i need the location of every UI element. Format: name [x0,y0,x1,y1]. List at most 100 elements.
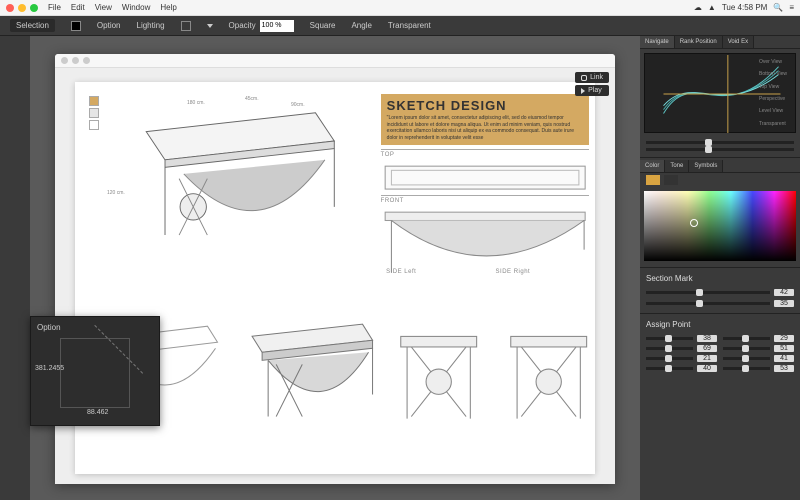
swatch-1[interactable] [89,96,99,106]
transform-preview[interactable] [60,338,130,408]
view-side-right: SIDE Right [496,269,601,468]
play-button[interactable]: Play [575,85,609,96]
assign-val-1: 38 [697,335,717,342]
navigator-tabs: Navigate Rank Position Void Ex [640,36,800,49]
assign-slider-2[interactable] [723,337,770,340]
navigator-sliders [640,137,800,155]
mac-menu-items: File Edit View Window Help [48,3,177,12]
assign-val-7: 40 [697,365,717,372]
assign-slider-4[interactable] [723,347,770,350]
fill-swatch-icon[interactable] [71,21,81,31]
nav-overview[interactable]: Over View [759,59,793,65]
tab-symbols[interactable]: Symbols [689,160,723,172]
navigator-view-list: Over View Bottom View Top View Perspecti… [759,56,793,130]
opacity-input[interactable] [260,20,294,32]
nav-perspective[interactable]: Perspective [759,96,793,102]
assign-val-.6: 41 [774,355,794,362]
fg-swatch[interactable] [646,175,660,185]
nav-slider-2[interactable] [646,148,794,151]
link-button[interactable]: Link [575,72,609,83]
assign-val-5: 21 [697,355,717,362]
view-isometric: 180 cm. 45cm. 90cm. 120 cm. [87,94,375,263]
views-bottom-row: SIDE Left SIDE Right [87,269,589,468]
dim-width-label: 180 cm. [187,100,205,106]
close-icon[interactable] [6,4,14,12]
tab-color[interactable]: Color [640,160,665,172]
section-val-2: 35 [774,300,794,307]
assign-point-title: Assign Point [640,316,800,331]
left-toolbar [0,36,30,500]
transform-y-value: 381.2455 [35,365,64,372]
view-iso-shaded [232,269,383,468]
assign-val-8: 53 [774,365,794,372]
search-icon[interactable]: 🔍 [773,3,783,12]
bg-swatch[interactable] [664,175,678,185]
canvas-area: Link Play [30,36,640,500]
dim-depth-label: 90cm. [291,102,305,108]
tool-selection[interactable]: Selection [10,19,55,32]
material-swatches [89,96,99,130]
dim-inset-label: 45cm. [245,96,259,102]
opt-transparent[interactable]: Transparent [388,21,431,30]
menu-file[interactable]: File [48,3,61,12]
cloud-icon[interactable]: ☁ [694,3,702,12]
section-slider-2[interactable] [646,302,770,305]
menu-icon[interactable]: ≡ [789,3,794,12]
dim-height-label: 120 cm. [107,190,125,196]
assign-slider-8[interactable] [723,367,770,370]
tab-tone[interactable]: Tone [665,160,689,172]
tab-navigate[interactable]: Navigate [640,36,675,48]
zoom-icon[interactable] [30,4,38,12]
menu-view[interactable]: View [95,3,112,12]
nav-level[interactable]: Level View [759,108,793,114]
view-side-left: SIDE Left [386,269,491,468]
section-mark-sliders: 42 35 [640,285,800,311]
transform-x-value: 88.462 [87,409,108,416]
square-icon[interactable] [181,21,191,31]
sketch-title: SKETCH DESIGN [387,98,583,113]
opt-lighting[interactable]: Lighting [137,21,165,30]
assign-slider-6[interactable] [723,357,770,360]
wifi-icon[interactable]: ▲ [708,3,716,12]
assign-slider-3[interactable] [646,347,693,350]
nav-transparent[interactable]: Transparent [759,121,793,127]
navigator-graph[interactable]: Over View Bottom View Top View Perspecti… [644,53,796,133]
menu-help[interactable]: Help [160,3,176,12]
assign-val-3: 69 [697,345,717,352]
swatch-3[interactable] [89,120,99,130]
assign-val-2: 29 [774,335,794,342]
nav-top[interactable]: Top View [759,84,793,90]
section-slider-1[interactable] [646,291,770,294]
view-top: TOP [381,149,589,191]
minimize-icon[interactable] [18,4,26,12]
nav-slider-1[interactable] [646,141,794,144]
tab-rank-position[interactable]: Rank Position [675,36,723,48]
assign-slider-5[interactable] [646,357,693,360]
clock: Tue 4:58 PM [722,3,768,12]
color-cursor-icon[interactable] [690,219,698,227]
menu-edit[interactable]: Edit [71,3,85,12]
mac-menubar: File Edit View Window Help ☁ ▲ Tue 4:58 … [0,0,800,16]
right-panel-stack: Navigate Rank Position Void Ex Over View… [640,36,800,500]
opt-angle[interactable]: Angle [351,21,371,30]
assign-slider-1[interactable] [646,337,693,340]
isometric-drawing [87,94,375,263]
view-front: FRONT [381,195,589,279]
opt-option[interactable]: Option [97,21,121,30]
tab-void-ex[interactable]: Void Ex [723,36,754,48]
color-picker[interactable] [644,191,796,261]
menu-window[interactable]: Window [122,3,150,12]
doc-window-chrome [55,54,615,68]
sketch-body: "Lorem ipsum dolor sit amet, consectetur… [387,115,583,141]
swatch-2[interactable] [89,108,99,118]
opt-square[interactable]: Square [310,21,336,30]
nav-bottom[interactable]: Bottom View [759,71,793,77]
float-option-panel[interactable]: Option 381.2455 88.462 [30,316,160,426]
link-icon [581,75,587,81]
assign-point-sliders: 38 29 69 51 21 41 40 53 [640,331,800,376]
section-val-1: 42 [774,289,794,296]
chevron-down-icon[interactable] [207,24,213,28]
info-column: SKETCH DESIGN "Lorem ipsum dolor sit ame… [381,94,589,263]
assign-slider-7[interactable] [646,367,693,370]
section-mark-title: Section Mark [640,270,800,285]
